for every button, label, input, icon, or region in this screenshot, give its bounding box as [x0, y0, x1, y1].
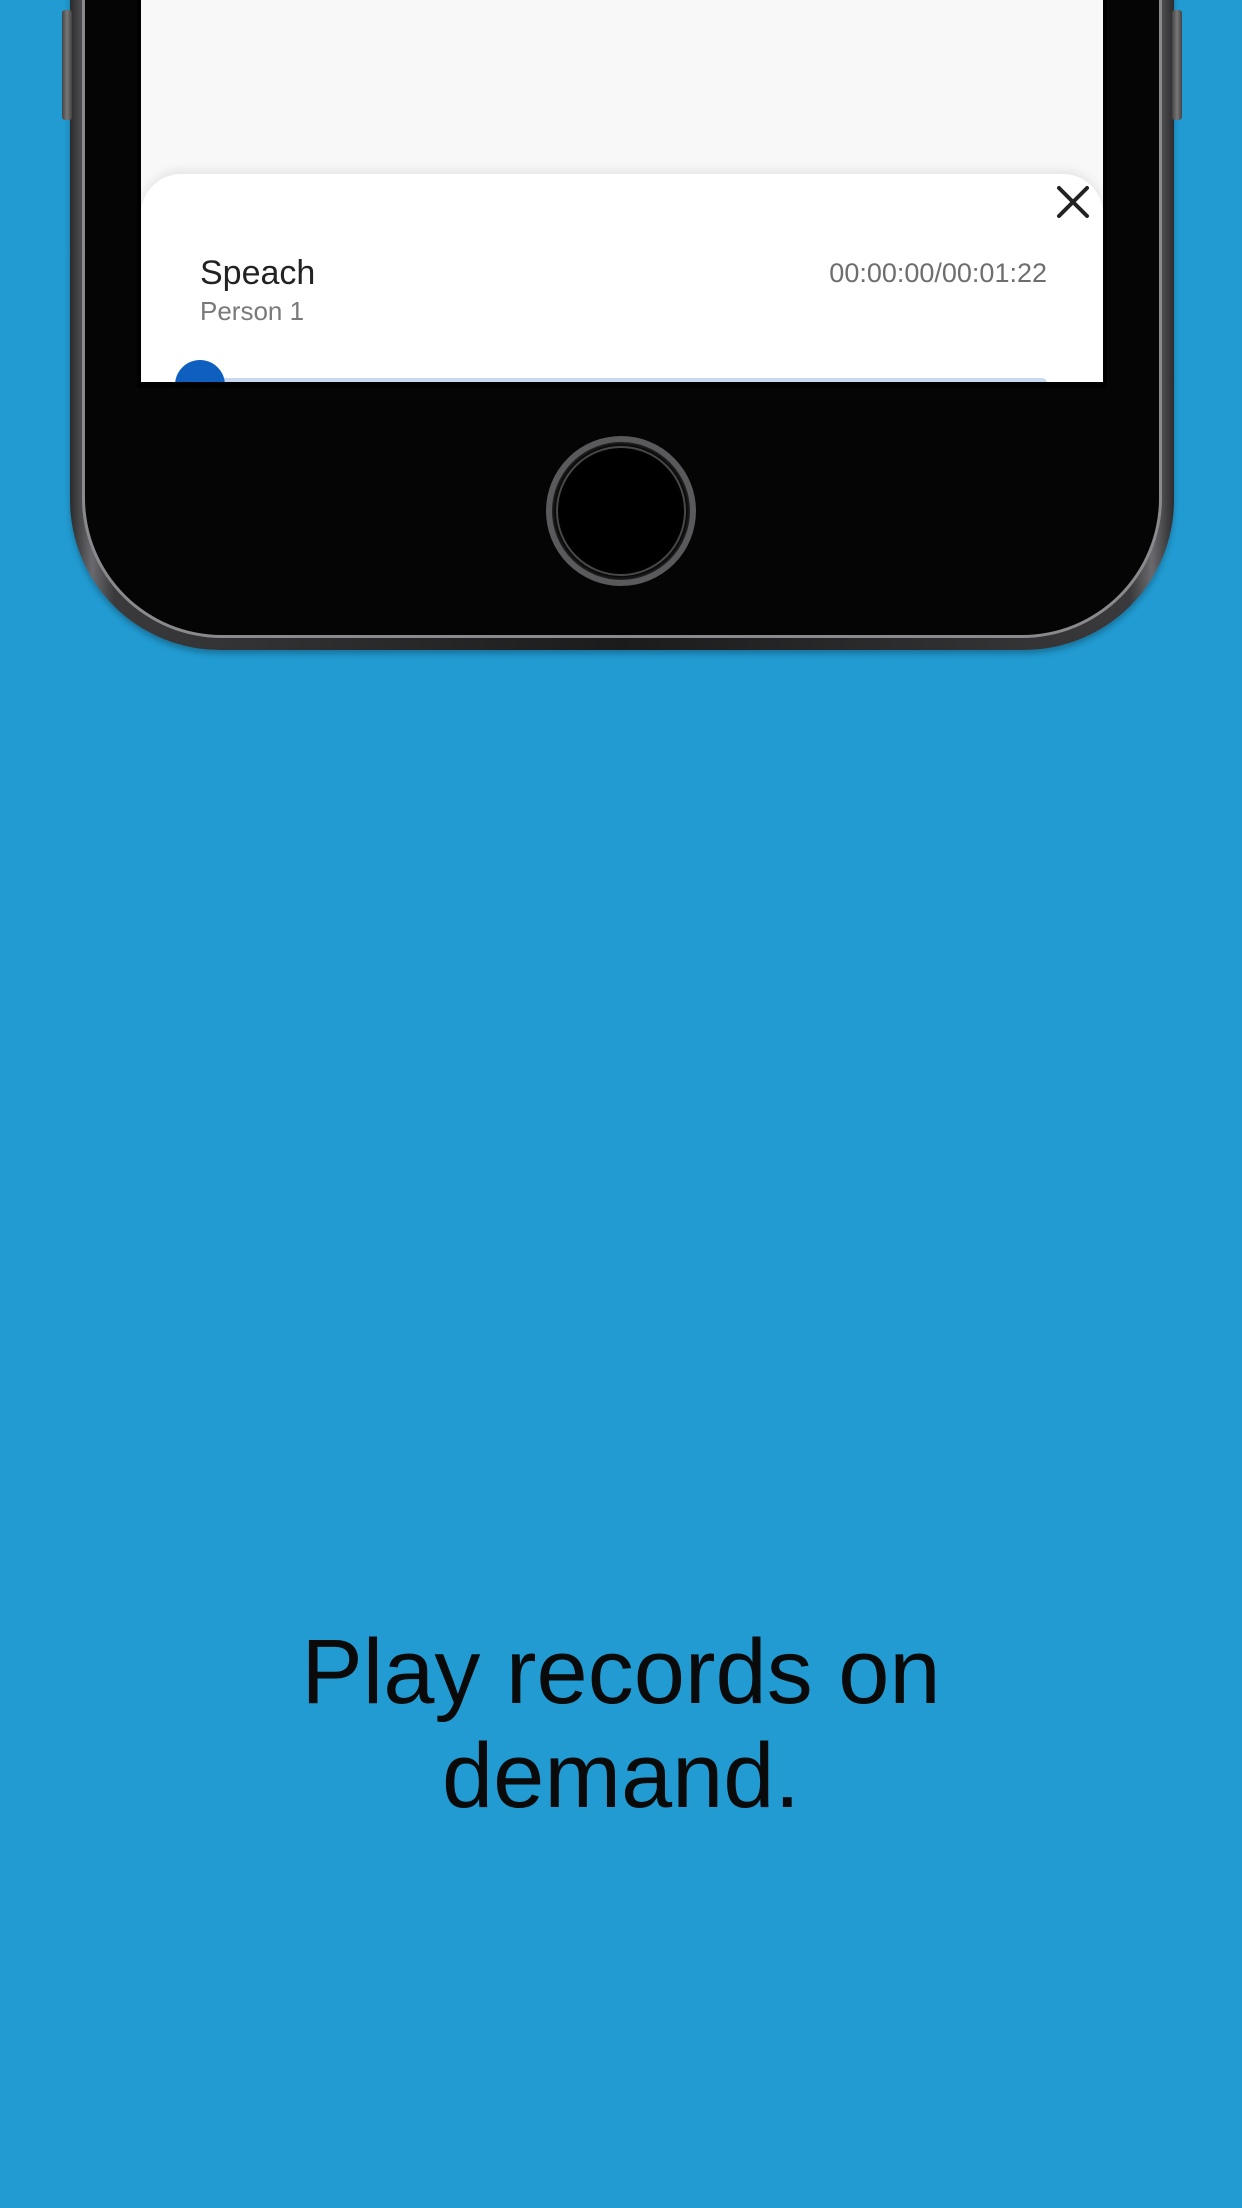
- phone-side-button-right: [1172, 10, 1182, 120]
- record-title: Speach: [200, 254, 316, 292]
- progress-track[interactable]: [200, 378, 1047, 382]
- progress-thumb[interactable]: [175, 360, 225, 382]
- caption-line-1: Play records on: [301, 1621, 941, 1723]
- caption-line-2: demand.: [441, 1725, 801, 1827]
- phone-frame: Speach Person 1 00:00:00/00:01:22: [62, 0, 1182, 650]
- promo-caption: Play records on demand.: [0, 1620, 1242, 1828]
- close-icon: [1057, 186, 1089, 218]
- playback-time: 00:00:00/00:01:22: [829, 258, 1047, 288]
- promo-screen: Speach Person 1 00:00:00/00:01:22 Play r…: [0, 0, 1242, 2208]
- player-sheet: Speach Person 1 00:00:00/00:01:22: [141, 174, 1103, 382]
- home-button[interactable]: [546, 436, 696, 586]
- record-subtitle: Person 1: [200, 296, 305, 326]
- phone-side-button-left: [62, 10, 72, 120]
- close-button[interactable]: [1049, 178, 1097, 226]
- phone-screen: Speach Person 1 00:00:00/00:01:22: [137, 0, 1107, 388]
